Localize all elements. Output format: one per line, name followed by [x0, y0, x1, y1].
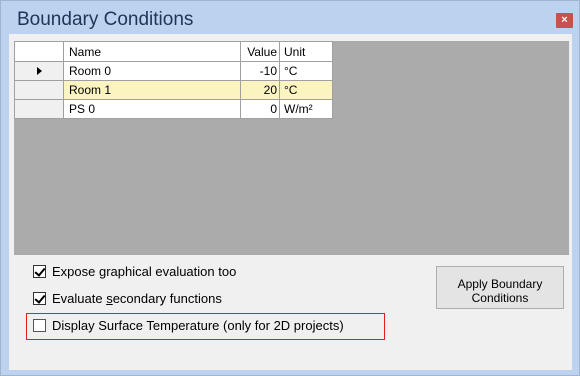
window-title: Boundary Conditions — [17, 9, 194, 30]
current-row-arrow-icon — [36, 67, 42, 75]
cell-value[interactable]: 20 — [240, 80, 280, 100]
cell-value[interactable]: 0 — [240, 99, 280, 119]
grid-header-row: Name Value Unit — [14, 41, 333, 62]
expose-graphical-checkbox[interactable]: Expose graphical evaluation too — [33, 264, 236, 279]
row-selector[interactable] — [14, 99, 64, 119]
cell-name[interactable]: PS 0 — [63, 99, 241, 119]
evaluate-secondary-label: Evaluate secondary functions — [52, 291, 222, 306]
apply-button-line-2: Conditions — [471, 290, 529, 305]
cell-unit[interactable]: W/m² — [279, 99, 333, 119]
evaluate-secondary-checkbox[interactable]: Evaluate secondary functions — [33, 291, 222, 306]
cell-name[interactable]: Room 1 — [63, 80, 241, 100]
row-selector[interactable] — [14, 61, 64, 81]
checkbox-checked-icon[interactable] — [33, 292, 46, 305]
table-row[interactable]: Room 1 20 °C — [14, 80, 333, 100]
table-row[interactable]: PS 0 0 W/m² — [14, 99, 333, 119]
row-selector[interactable] — [14, 80, 64, 100]
close-button[interactable]: × — [556, 13, 573, 28]
boundary-conditions-grid[interactable]: Name Value Unit Room 0 -10 °C Room 1 20 … — [14, 41, 333, 119]
column-header-unit[interactable]: Unit — [279, 41, 333, 62]
title-bar[interactable]: Boundary Conditions × — [1, 1, 579, 34]
display-surface-temperature-checkbox[interactable]: Display Surface Temperature (only for 2D… — [33, 318, 344, 333]
checkbox-unchecked-icon[interactable] — [33, 319, 46, 332]
cell-unit[interactable]: °C — [279, 80, 333, 100]
apply-button-line-1: Apply Boundary — [457, 276, 543, 291]
cell-unit[interactable]: °C — [279, 61, 333, 81]
column-header-name[interactable]: Name — [63, 41, 241, 62]
checkbox-checked-icon[interactable] — [33, 265, 46, 278]
table-row[interactable]: Room 0 -10 °C — [14, 61, 333, 81]
cell-value[interactable]: -10 — [240, 61, 280, 81]
apply-boundary-conditions-button[interactable]: Apply Boundary Conditions — [436, 266, 564, 309]
cell-name[interactable]: Room 0 — [63, 61, 241, 81]
row-header-corner[interactable] — [14, 41, 64, 62]
display-surface-temperature-label: Display Surface Temperature (only for 2D… — [52, 318, 344, 333]
expose-graphical-label: Expose graphical evaluation too — [52, 264, 237, 279]
column-header-value[interactable]: Value — [240, 41, 280, 62]
close-icon: × — [561, 14, 568, 26]
